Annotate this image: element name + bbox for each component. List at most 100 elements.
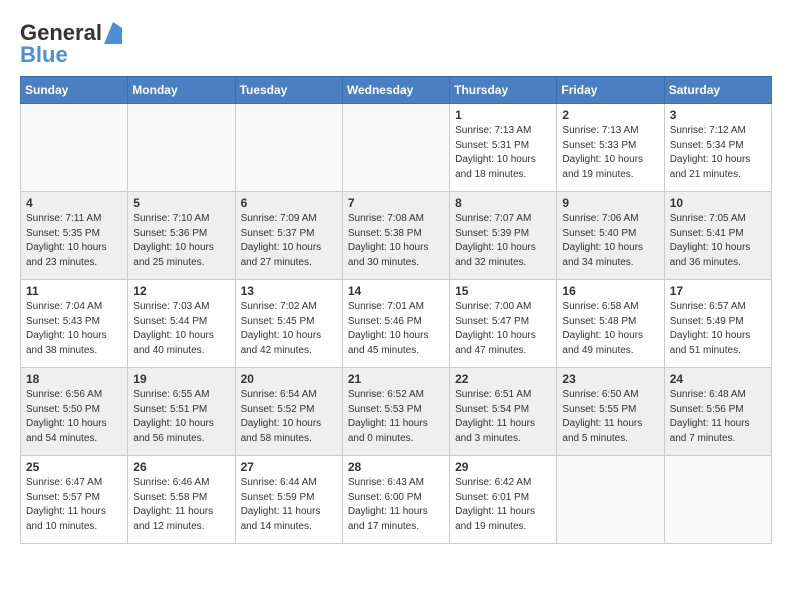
calendar-cell: 15 Sunrise: 7:00 AMSunset: 5:47 PMDayligh… bbox=[450, 280, 557, 368]
day-number: 23 bbox=[562, 372, 658, 386]
day-info: Sunrise: 6:51 AMSunset: 5:54 PMDaylight:… bbox=[455, 388, 551, 446]
day-info: Sunrise: 6:42 AMSunset: 6:01 PMDaylight:… bbox=[455, 476, 551, 534]
day-info: Sunrise: 7:13 AMSunset: 5:33 PMDaylight:… bbox=[562, 124, 658, 182]
calendar-cell: 26 Sunrise: 6:46 AMSunset: 5:58 PMDayligh… bbox=[128, 456, 235, 544]
day-info: Sunrise: 6:52 AMSunset: 5:53 PMDaylight:… bbox=[348, 388, 444, 446]
weekday-header-wednesday: Wednesday bbox=[342, 77, 449, 104]
day-info: Sunrise: 7:08 AMSunset: 5:38 PMDaylight:… bbox=[348, 212, 444, 270]
calendar-cell: 5Sunrise: 7:10 AMSunset: 5:36 PMDaylight… bbox=[128, 192, 235, 280]
weekday-header-sunday: Sunday bbox=[21, 77, 128, 104]
calendar-cell: 27 Sunrise: 6:44 AMSunset: 5:59 PMDayligh… bbox=[235, 456, 342, 544]
day-info: Sunrise: 6:46 AMSunset: 5:58 PMDaylight:… bbox=[133, 476, 229, 534]
calendar-cell: 4 Sunrise: 7:11 AMSunset: 5:35 PMDaylight… bbox=[21, 192, 128, 280]
day-number: 18 bbox=[26, 372, 122, 386]
day-number: 27 bbox=[241, 460, 337, 474]
calendar-cell: 2 Sunrise: 7:13 AMSunset: 5:33 PMDaylight… bbox=[557, 104, 664, 192]
calendar-cell: 19Sunrise: 6:55 AMSunset: 5:51 PMDayligh… bbox=[128, 368, 235, 456]
calendar-cell bbox=[557, 456, 664, 544]
day-info: Sunrise: 7:11 AMSunset: 5:35 PMDaylight:… bbox=[26, 212, 122, 270]
calendar-cell: 11 Sunrise: 7:04 AMSunset: 5:43 PMDayligh… bbox=[21, 280, 128, 368]
day-info: Sunrise: 6:48 AMSunset: 5:56 PMDaylight:… bbox=[670, 388, 766, 446]
weekday-header-saturday: Saturday bbox=[664, 77, 771, 104]
calendar-week-row: 11 Sunrise: 7:04 AMSunset: 5:43 PMDayligh… bbox=[21, 280, 772, 368]
logo-bird-icon bbox=[104, 22, 122, 44]
day-number: 26 bbox=[133, 460, 229, 474]
day-number: 28 bbox=[348, 460, 444, 474]
day-number: 4 bbox=[26, 196, 122, 210]
day-number: 12 bbox=[133, 284, 229, 298]
calendar-cell bbox=[21, 104, 128, 192]
calendar-cell: 7 Sunrise: 7:08 AMSunset: 5:38 PMDaylight… bbox=[342, 192, 449, 280]
calendar-cell: 29Sunrise: 6:42 AMSunset: 6:01 PMDayligh… bbox=[450, 456, 557, 544]
weekday-header-thursday: Thursday bbox=[450, 77, 557, 104]
day-number: 7 bbox=[348, 196, 444, 210]
calendar-cell: 12 Sunrise: 7:03 AMSunset: 5:44 PMDayligh… bbox=[128, 280, 235, 368]
day-number: 3 bbox=[670, 108, 766, 122]
weekday-header-friday: Friday bbox=[557, 77, 664, 104]
calendar-cell: 9 Sunrise: 7:06 AMSunset: 5:40 PMDaylight… bbox=[557, 192, 664, 280]
day-info: Sunrise: 6:56 AMSunset: 5:50 PMDaylight:… bbox=[26, 388, 122, 446]
calendar-cell bbox=[235, 104, 342, 192]
calendar-body: 1 Sunrise: 7:13 AMSunset: 5:31 PMDaylight… bbox=[21, 104, 772, 544]
day-info: Sunrise: 7:05 AMSunset: 5:41 PMDaylight:… bbox=[670, 212, 766, 270]
calendar-week-row: 4 Sunrise: 7:11 AMSunset: 5:35 PMDaylight… bbox=[21, 192, 772, 280]
day-number: 16 bbox=[562, 284, 658, 298]
calendar-cell: 13 Sunrise: 7:02 AMSunset: 5:45 PMDayligh… bbox=[235, 280, 342, 368]
calendar-cell: 21 Sunrise: 6:52 AMSunset: 5:53 PMDayligh… bbox=[342, 368, 449, 456]
day-number: 8 bbox=[455, 196, 551, 210]
day-info: Sunrise: 7:01 AMSunset: 5:46 PMDaylight:… bbox=[348, 300, 444, 358]
day-info: Sunrise: 6:47 AMSunset: 5:57 PMDaylight:… bbox=[26, 476, 122, 534]
day-info: Sunrise: 7:07 AMSunset: 5:39 PMDaylight:… bbox=[455, 212, 551, 270]
day-info: Sunrise: 7:02 AMSunset: 5:45 PMDaylight:… bbox=[241, 300, 337, 358]
logo: General Blue bbox=[20, 20, 122, 68]
day-info: Sunrise: 7:06 AMSunset: 5:40 PMDaylight:… bbox=[562, 212, 658, 270]
weekday-header-monday: Monday bbox=[128, 77, 235, 104]
calendar-week-row: 1 Sunrise: 7:13 AMSunset: 5:31 PMDaylight… bbox=[21, 104, 772, 192]
day-number: 14 bbox=[348, 284, 444, 298]
day-number: 25 bbox=[26, 460, 122, 474]
day-info: Sunrise: 7:13 AMSunset: 5:31 PMDaylight:… bbox=[455, 124, 551, 182]
calendar-cell: 14 Sunrise: 7:01 AMSunset: 5:46 PMDayligh… bbox=[342, 280, 449, 368]
day-number: 9 bbox=[562, 196, 658, 210]
calendar-cell bbox=[128, 104, 235, 192]
day-info: Sunrise: 7:00 AMSunset: 5:47 PMDaylight:… bbox=[455, 300, 551, 358]
day-number: 6 bbox=[241, 196, 337, 210]
day-info: Sunrise: 6:43 AMSunset: 6:00 PMDaylight:… bbox=[348, 476, 444, 534]
day-info: Sunrise: 6:50 AMSunset: 5:55 PMDaylight:… bbox=[562, 388, 658, 446]
day-info: Sunrise: 7:12 AMSunset: 5:34 PMDaylight:… bbox=[670, 124, 766, 182]
calendar-cell: 6 Sunrise: 7:09 AMSunset: 5:37 PMDaylight… bbox=[235, 192, 342, 280]
calendar-cell: 10Sunrise: 7:05 AMSunset: 5:41 PMDayligh… bbox=[664, 192, 771, 280]
day-number: 24 bbox=[670, 372, 766, 386]
calendar-week-row: 25 Sunrise: 6:47 AMSunset: 5:57 PMDayligh… bbox=[21, 456, 772, 544]
calendar-cell: 23 Sunrise: 6:50 AMSunset: 5:55 PMDayligh… bbox=[557, 368, 664, 456]
day-number: 1 bbox=[455, 108, 551, 122]
calendar-cell: 20 Sunrise: 6:54 AMSunset: 5:52 PMDayligh… bbox=[235, 368, 342, 456]
day-info: Sunrise: 7:04 AMSunset: 5:43 PMDaylight:… bbox=[26, 300, 122, 358]
calendar-cell: 3 Sunrise: 7:12 AMSunset: 5:34 PMDaylight… bbox=[664, 104, 771, 192]
day-info: Sunrise: 6:44 AMSunset: 5:59 PMDaylight:… bbox=[241, 476, 337, 534]
calendar-cell: 1 Sunrise: 7:13 AMSunset: 5:31 PMDaylight… bbox=[450, 104, 557, 192]
day-info: Sunrise: 7:09 AMSunset: 5:37 PMDaylight:… bbox=[241, 212, 337, 270]
day-number: 13 bbox=[241, 284, 337, 298]
calendar-cell: 24 Sunrise: 6:48 AMSunset: 5:56 PMDayligh… bbox=[664, 368, 771, 456]
day-number: 2 bbox=[562, 108, 658, 122]
weekday-header-tuesday: Tuesday bbox=[235, 77, 342, 104]
logo-blue-text: Blue bbox=[20, 42, 68, 68]
header: General Blue bbox=[20, 16, 772, 68]
day-number: 22 bbox=[455, 372, 551, 386]
day-number: 20 bbox=[241, 372, 337, 386]
day-info: Sunrise: 6:54 AMSunset: 5:52 PMDaylight:… bbox=[241, 388, 337, 446]
day-number: 21 bbox=[348, 372, 444, 386]
calendar-cell: 16Sunrise: 6:58 AMSunset: 5:48 PMDayligh… bbox=[557, 280, 664, 368]
calendar-cell: 22 Sunrise: 6:51 AMSunset: 5:54 PMDayligh… bbox=[450, 368, 557, 456]
calendar-cell bbox=[342, 104, 449, 192]
calendar-cell: 8 Sunrise: 7:07 AMSunset: 5:39 PMDaylight… bbox=[450, 192, 557, 280]
day-number: 15 bbox=[455, 284, 551, 298]
calendar-header: SundayMondayTuesdayWednesdayThursdayFrid… bbox=[21, 77, 772, 104]
day-number: 11 bbox=[26, 284, 122, 298]
day-info: Sunrise: 7:03 AMSunset: 5:44 PMDaylight:… bbox=[133, 300, 229, 358]
weekday-row: SundayMondayTuesdayWednesdayThursdayFrid… bbox=[21, 77, 772, 104]
calendar-cell: 18 Sunrise: 6:56 AMSunset: 5:50 PMDayligh… bbox=[21, 368, 128, 456]
day-info: Sunrise: 7:10 AMSunset: 5:36 PMDaylight:… bbox=[133, 212, 229, 270]
calendar-cell: 25 Sunrise: 6:47 AMSunset: 5:57 PMDayligh… bbox=[21, 456, 128, 544]
